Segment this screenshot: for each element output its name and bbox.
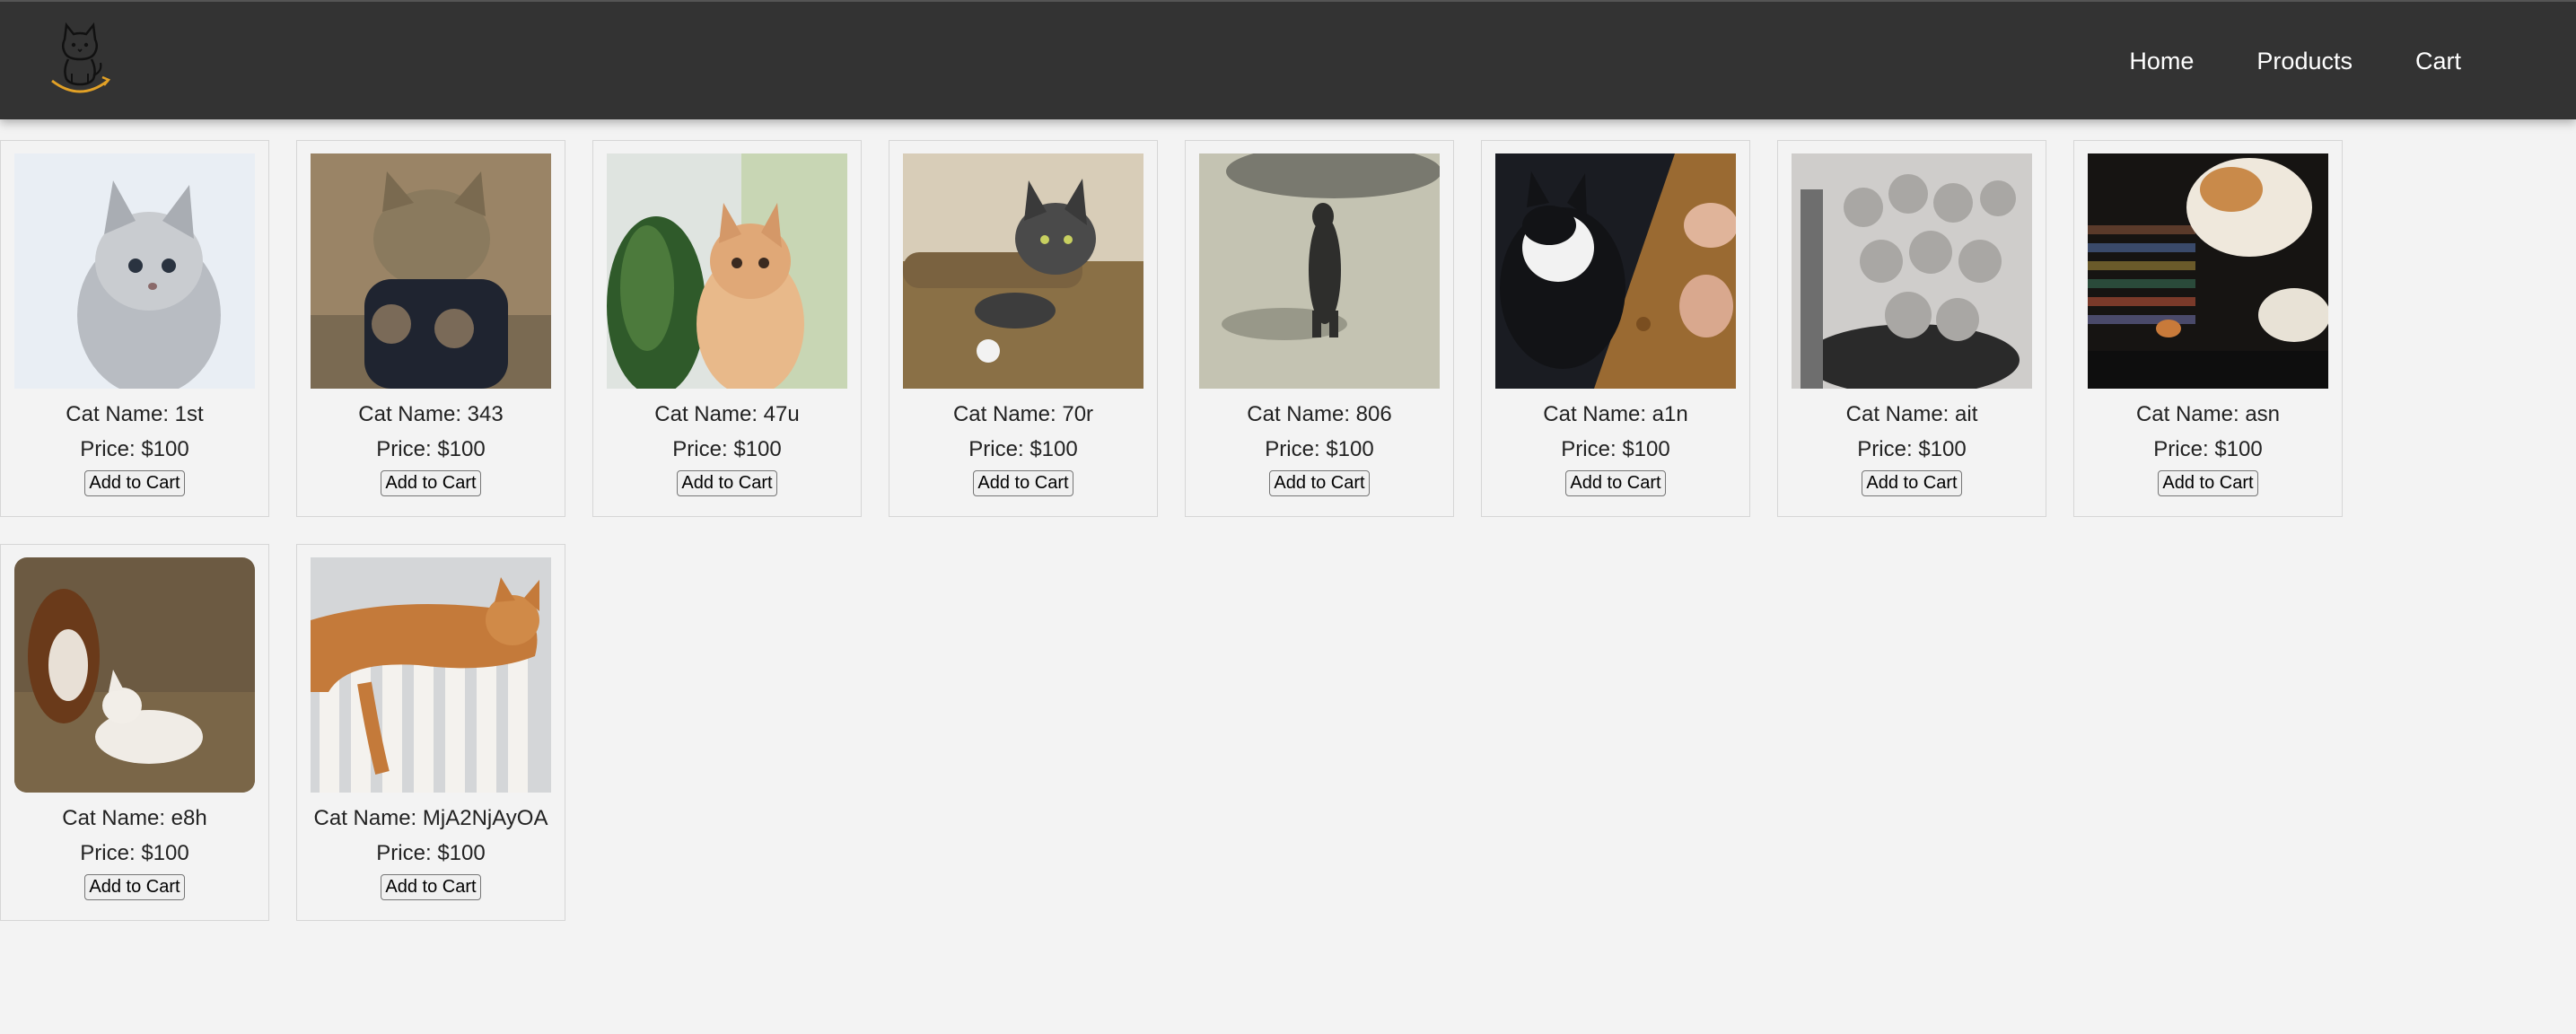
product-card: Cat Name: 47u Price: $100 Add to Cart (592, 140, 862, 517)
product-image[interactable] (311, 557, 551, 793)
add-to-cart-button[interactable]: Add to Cart (1862, 470, 1962, 496)
product-grid: Cat Name: 1st Price: $100 Add to Cart Ca… (0, 140, 2370, 921)
nav-links: Home Products Cart (2066, 2, 2461, 121)
product-image[interactable] (1199, 153, 1440, 389)
product-card: Cat Name: 343 Price: $100 Add to Cart (296, 140, 565, 517)
product-image[interactable] (607, 153, 847, 389)
top-navbar: Home Products Cart (0, 0, 2576, 119)
product-name: Cat Name: 806 (1247, 402, 1392, 426)
product-price: Price: $100 (672, 437, 782, 461)
product-name: Cat Name: e8h (62, 806, 207, 830)
product-image[interactable] (1495, 153, 1736, 389)
product-price: Price: $100 (80, 437, 189, 461)
product-name: Cat Name: ait (1845, 402, 1978, 426)
product-card: Cat Name: ait Price: $100 Add to Cart (1777, 140, 2046, 517)
cat-logo-icon[interactable] (45, 20, 115, 95)
product-image[interactable] (2088, 153, 2328, 389)
nav-link-products[interactable]: Products (2256, 48, 2353, 75)
product-price: Price: $100 (1561, 437, 1670, 461)
add-to-cart-button[interactable]: Add to Cart (2158, 470, 2258, 496)
add-to-cart-button[interactable]: Add to Cart (1269, 470, 1370, 496)
product-card: Cat Name: MjA2NjAyOA Price: $100 Add to … (296, 544, 565, 921)
product-price: Price: $100 (376, 437, 486, 461)
product-price: Price: $100 (968, 437, 1078, 461)
product-image[interactable] (14, 153, 255, 389)
product-card: Cat Name: 806 Price: $100 Add to Cart (1185, 140, 1454, 517)
product-image[interactable] (903, 153, 1143, 389)
nav-link-home[interactable]: Home (2129, 48, 2194, 75)
product-name: Cat Name: 1st (66, 402, 204, 426)
product-name: Cat Name: asn (2135, 402, 2281, 426)
product-card: Cat Name: a1n Price: $100 Add to Cart (1481, 140, 1750, 517)
add-to-cart-button[interactable]: Add to Cart (1565, 470, 1666, 496)
product-card: Cat Name: asn Price: $100 Add to Cart (2073, 140, 2343, 517)
product-price: Price: $100 (1857, 437, 1967, 461)
product-image[interactable] (1792, 153, 2032, 389)
product-price: Price: $100 (2153, 437, 2263, 461)
product-price: Price: $100 (1265, 437, 1374, 461)
add-to-cart-button[interactable]: Add to Cart (381, 470, 481, 496)
product-name: Cat Name: 343 (358, 402, 504, 426)
product-price: Price: $100 (80, 841, 189, 865)
add-to-cart-button[interactable]: Add to Cart (84, 874, 185, 900)
product-card: Cat Name: 70r Price: $100 Add to Cart (889, 140, 1158, 517)
product-name: Cat Name: 47u (654, 402, 800, 426)
add-to-cart-button[interactable]: Add to Cart (677, 470, 777, 496)
product-name: Cat Name: 70r (952, 402, 1094, 426)
add-to-cart-button[interactable]: Add to Cart (973, 470, 1073, 496)
nav-link-cart[interactable]: Cart (2415, 48, 2461, 75)
product-name: Cat Name: MjA2NjAyOA (313, 806, 548, 830)
product-name: Cat Name: a1n (1543, 402, 1688, 426)
product-price: Price: $100 (376, 841, 486, 865)
product-image[interactable] (14, 557, 255, 793)
add-to-cart-button[interactable]: Add to Cart (381, 874, 481, 900)
product-card: Cat Name: e8h Price: $100 Add to Cart (0, 544, 269, 921)
product-card: Cat Name: 1st Price: $100 Add to Cart (0, 140, 269, 517)
add-to-cart-button[interactable]: Add to Cart (84, 470, 185, 496)
product-image[interactable] (311, 153, 551, 389)
